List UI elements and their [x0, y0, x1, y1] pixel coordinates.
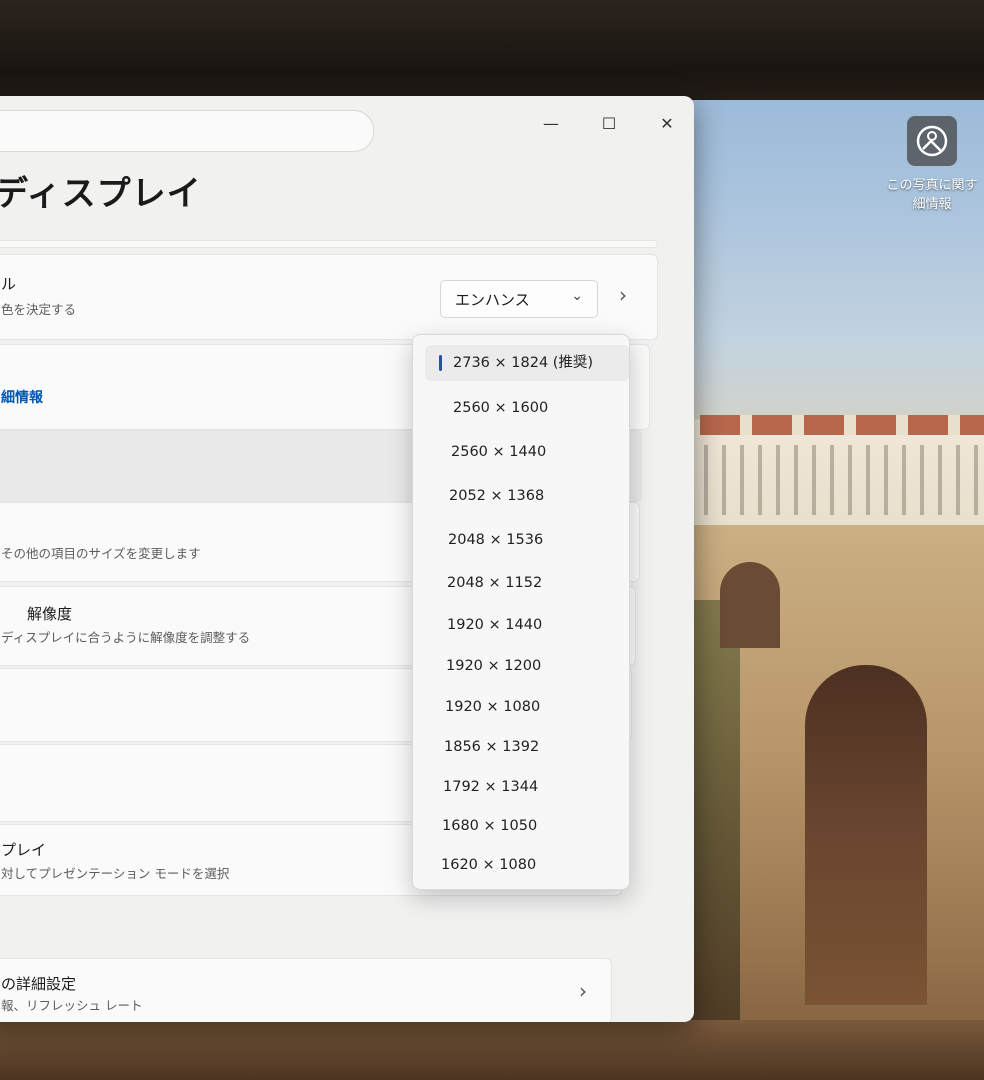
wallpaper-big-arch: [805, 665, 927, 1005]
wallpaper-small-arch: [720, 562, 780, 648]
advanced-display-subtitle: 報、リフレッシュ レート: [1, 998, 143, 1013]
wallpaper-windows: [690, 445, 984, 515]
resolution-option-label: 1920 × 1440: [447, 617, 543, 633]
resolution-option[interactable]: 2736 × 1824 (推奨): [425, 345, 629, 381]
resolution-option-label: 2560 × 1440: [451, 444, 547, 460]
resolution-dropdown[interactable]: 2736 × 1824 (推奨) 2560 × 1600 2560 × 1440 20…: [412, 334, 630, 890]
resolution-option[interactable]: 1920 × 1080: [417, 689, 621, 725]
resolution-option[interactable]: 1856 × 1392: [416, 729, 620, 765]
resolution-option[interactable]: 1620 × 1080: [413, 847, 617, 883]
resolution-option[interactable]: 2560 × 1440: [423, 434, 627, 470]
resolution-option-label: 2052 × 1368: [449, 488, 545, 504]
wallpaper-roofs: [700, 415, 984, 435]
resolution-option[interactable]: 2052 × 1368: [421, 478, 625, 514]
chevron-down-icon: ⌄: [571, 288, 583, 304]
maximize-button[interactable]: ☐: [594, 112, 624, 136]
presentation-subtitle: 対してプレゼンテーション モードを選択: [1, 866, 230, 881]
scale-subtitle: その他の項目のサイズを変更します: [1, 546, 201, 561]
resolution-subtitle: ディスプレイに合うように解像度を調整する: [1, 630, 251, 645]
resolution-option-label: 2048 × 1536: [448, 532, 544, 548]
color-profile-subtitle: 色を決定する: [1, 302, 77, 317]
camera-icon[interactable]: [907, 116, 957, 166]
close-button[interactable]: ✕: [652, 112, 682, 136]
resolution-option-label: 2048 × 1152: [447, 575, 543, 591]
resolution-title: 解像度: [27, 605, 73, 623]
wallpaper-rocks: [0, 1020, 984, 1080]
resolution-option[interactable]: 1680 × 1050: [414, 808, 618, 844]
resolution-option-label: 1856 × 1392: [444, 739, 540, 755]
resolution-option[interactable]: 1792 × 1344: [415, 769, 619, 805]
resolution-option[interactable]: 1920 × 1200: [418, 648, 622, 684]
resolution-option-label: 1792 × 1344: [443, 779, 539, 795]
resolution-option[interactable]: 2560 × 1600: [425, 390, 629, 426]
color-profile-select[interactable]: エンハンス ⌄: [440, 280, 598, 318]
advanced-display-title: の詳細設定: [1, 975, 77, 993]
selection-indicator: [439, 355, 442, 371]
resolution-option-label: 1920 × 1200: [446, 658, 542, 674]
resolution-option-label: 2560 × 1600: [453, 400, 549, 416]
photo-info-widget[interactable]: この写真に関す 細情報: [882, 116, 982, 214]
search-input[interactable]: [0, 110, 374, 152]
minimize-button[interactable]: —: [536, 112, 566, 136]
chevron-right-icon[interactable]: ›: [619, 283, 627, 307]
photo-info-label[interactable]: この写真に関す 細情報: [882, 176, 982, 214]
resolution-option[interactable]: 2048 × 1536: [420, 522, 624, 558]
page-title: ディスプレイ: [0, 174, 202, 214]
resolution-option[interactable]: 1920 × 1440: [419, 607, 623, 643]
resolution-option[interactable]: 2048 × 1152: [419, 565, 623, 601]
color-profile-title: ル: [1, 275, 17, 293]
header-divider: [0, 240, 658, 248]
resolution-option-label: 1620 × 1080: [441, 857, 537, 873]
advanced-display-card[interactable]: の詳細設定 報、リフレッシュ レート ›: [0, 958, 612, 1022]
details-link[interactable]: 細情報: [1, 387, 43, 407]
resolution-option-label: 1680 × 1050: [442, 818, 538, 834]
presentation-title: プレイ: [1, 841, 47, 859]
resolution-option-label: 2736 × 1824 (推奨): [453, 355, 594, 371]
resolution-option-label: 1920 × 1080: [445, 699, 541, 715]
screen-bezel: [0, 0, 984, 100]
chevron-right-icon[interactable]: ›: [579, 979, 587, 1003]
color-profile-value: エンハンス: [455, 291, 530, 309]
